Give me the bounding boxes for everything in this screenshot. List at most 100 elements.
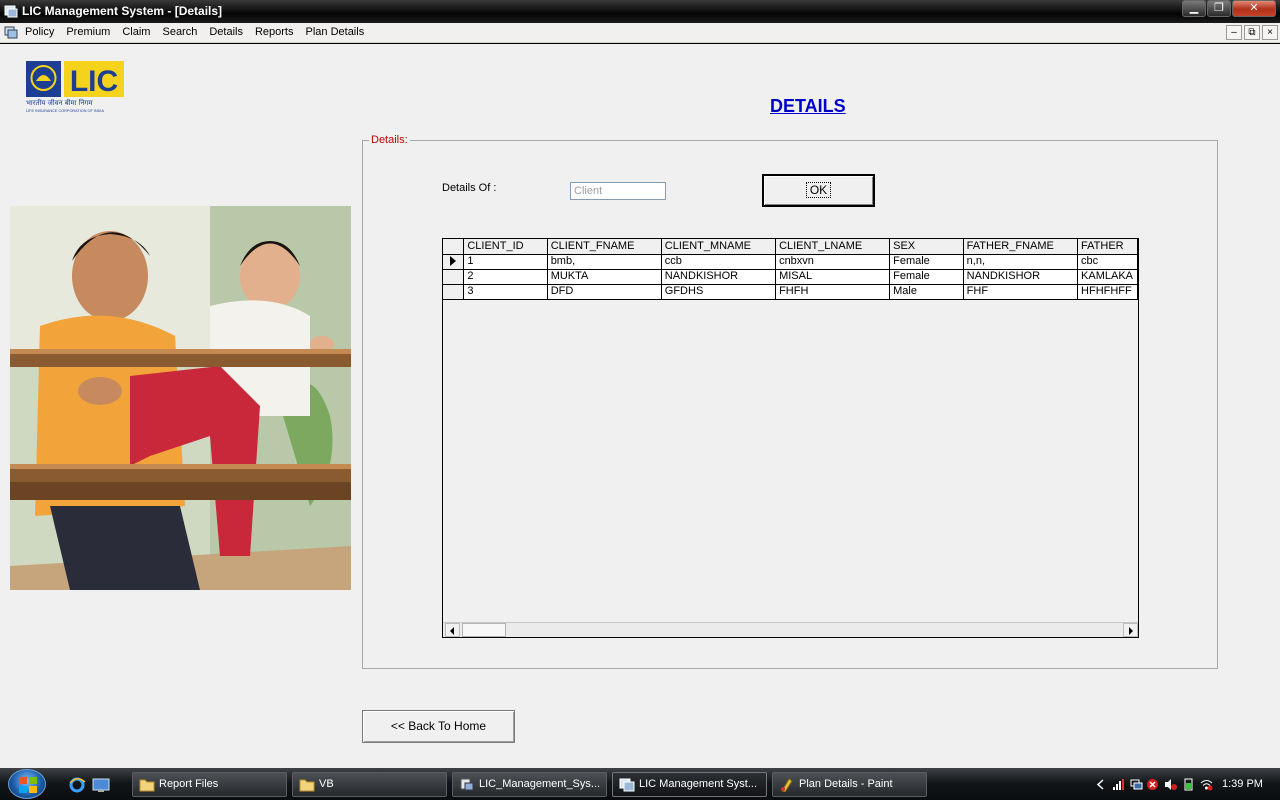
window-title: LIC Management System - [Details] xyxy=(22,4,223,18)
grid-cell[interactable]: ccb xyxy=(661,254,777,270)
column-header[interactable]: CLIENT_MNAME xyxy=(661,239,777,255)
mdi-close-button[interactable]: × xyxy=(1262,25,1278,40)
ok-button-label: OK xyxy=(805,182,832,198)
scroll-thumb[interactable] xyxy=(462,623,506,637)
grid-cell[interactable]: 2 xyxy=(463,269,548,285)
security-alert-icon[interactable] xyxy=(1146,778,1159,791)
mdi-minimize-button[interactable]: – xyxy=(1226,25,1242,40)
grid-cell[interactable]: NANDKISHOR xyxy=(963,269,1079,285)
grid-cell[interactable]: MUKTA xyxy=(547,269,662,285)
show-desktop-icon[interactable] xyxy=(92,777,110,793)
taskbar-item-label: Report Files xyxy=(159,778,219,790)
taskbar-item-label: LIC Management Syst... xyxy=(639,778,757,790)
menu-premium[interactable]: Premium xyxy=(66,26,110,38)
show-hidden-icons-icon[interactable] xyxy=(1094,778,1107,791)
scroll-left-button[interactable] xyxy=(445,623,460,637)
vb-project-icon xyxy=(460,778,474,791)
horizontal-scrollbar[interactable] xyxy=(443,622,1138,637)
column-header[interactable]: CLIENT_FNAME xyxy=(547,239,662,255)
client-data-grid[interactable]: CLIENT_ID CLIENT_FNAME CLIENT_MNAME CLIE… xyxy=(442,238,1139,638)
grid-cell[interactable]: Female xyxy=(889,254,964,270)
taskbar-item-lic-app[interactable]: LIC Management Syst... xyxy=(612,772,767,797)
grid-cell[interactable]: KAMLAKA xyxy=(1077,269,1138,285)
details-of-input[interactable] xyxy=(570,182,666,200)
taskbar: Report Files VB LIC_Management_Sys... LI… xyxy=(0,768,1280,800)
current-row-icon xyxy=(450,256,457,267)
lic-logo-subtext: भारतीय जीवन बीमा निगम xyxy=(26,98,93,107)
grid-cell[interactable]: Male xyxy=(889,284,964,300)
app-window-icon xyxy=(4,5,18,18)
taskbar-item-paint[interactable]: Plan Details - Paint xyxy=(772,772,927,797)
row-selector[interactable] xyxy=(443,254,465,270)
grid-cell[interactable]: GFDHS xyxy=(661,284,777,300)
back-to-home-button[interactable]: << Back To Home xyxy=(362,710,515,743)
column-header[interactable]: FATHER_FNAME xyxy=(963,239,1079,255)
lic-logo-text: LIC xyxy=(70,65,118,98)
menu-claim[interactable]: Claim xyxy=(122,26,150,38)
table-row[interactable]: 2 MUKTA NANDKISHOR MISAL Female NANDKISH… xyxy=(443,269,1138,285)
paint-icon xyxy=(781,778,793,792)
wireless-icon[interactable] xyxy=(1200,778,1213,791)
family-photo xyxy=(10,206,351,590)
taskbar-item-report-files[interactable]: Report Files xyxy=(132,772,287,797)
menu-bar: Policy Premium Claim Search Details Repo… xyxy=(0,23,1280,43)
grid-cell[interactable]: FHFH xyxy=(775,284,891,300)
battery-icon[interactable] xyxy=(1182,778,1195,791)
menu-reports[interactable]: Reports xyxy=(255,26,294,38)
column-header[interactable]: CLIENT_ID xyxy=(463,239,548,255)
grid-cell[interactable]: FHF xyxy=(963,284,1079,300)
close-button[interactable]: ✕ xyxy=(1232,0,1276,17)
scroll-right-button[interactable] xyxy=(1123,623,1138,637)
taskbar-item-vb-project[interactable]: LIC_Management_Sys... xyxy=(452,772,607,797)
grid-cell[interactable]: 1 xyxy=(463,254,548,270)
folder-icon xyxy=(139,779,155,792)
volume-icon[interactable] xyxy=(1164,778,1177,791)
title-bar[interactable]: LIC Management System - [Details] ▁ ❐ ✕ xyxy=(0,0,1280,23)
mdi-restore-button[interactable]: ⧉ xyxy=(1244,25,1260,40)
network-icon[interactable] xyxy=(1130,778,1143,791)
table-row[interactable]: 1 bmb, ccb cnbxvn Female n,n, cbc xyxy=(443,254,1138,270)
row-selector[interactable] xyxy=(443,269,465,285)
grid-cell[interactable]: n,n, xyxy=(963,254,1079,270)
grid-cell[interactable]: DFD xyxy=(547,284,662,300)
grid-cell[interactable]: 3 xyxy=(463,284,548,300)
taskbar-item-label: LIC_Management_Sys... xyxy=(479,778,601,790)
row-selector[interactable] xyxy=(443,284,465,300)
column-header[interactable]: FATHER xyxy=(1077,239,1138,255)
grid-cell[interactable]: HFHFHFF xyxy=(1077,284,1138,300)
details-frame-legend: Details: xyxy=(371,134,408,146)
page-title: DETAILS xyxy=(770,96,846,116)
clock[interactable]: 1:39 PM xyxy=(1222,778,1263,790)
column-header[interactable]: SEX xyxy=(889,239,964,255)
grid-cell[interactable]: Female xyxy=(889,269,964,285)
lic-logo-subtext2: LIFE INSURANCE CORPORATION OF INDIA xyxy=(26,109,104,113)
minimize-button[interactable]: ▁ xyxy=(1182,0,1206,17)
menu-policy[interactable]: Policy xyxy=(25,26,54,38)
menu-details[interactable]: Details xyxy=(209,26,243,38)
internet-explorer-icon[interactable] xyxy=(68,777,86,793)
grid-cell[interactable]: cbc xyxy=(1077,254,1138,270)
row-selector-header xyxy=(443,239,465,255)
arrow-right-icon xyxy=(1129,627,1133,635)
taskbar-item-label: Plan Details - Paint xyxy=(799,778,893,790)
windows-logo-icon xyxy=(19,777,37,793)
signal-bars-icon[interactable] xyxy=(1112,778,1125,791)
table-row[interactable]: 3 DFD GFDHS FHFH Male FHF HFHFHFF xyxy=(443,284,1138,300)
folder-icon xyxy=(299,779,315,792)
client-data-table: CLIENT_ID CLIENT_FNAME CLIENT_MNAME CLIE… xyxy=(443,239,1138,300)
mdi-child-icon[interactable] xyxy=(4,26,18,39)
taskbar-item-vb[interactable]: VB xyxy=(292,772,447,797)
menu-plan-details[interactable]: Plan Details xyxy=(306,26,365,38)
grid-cell[interactable]: MISAL xyxy=(775,269,891,285)
lic-logo: LIC भारतीय जीवन बीमा निगम LIFE INSURANCE… xyxy=(26,61,124,113)
menu-search[interactable]: Search xyxy=(162,26,197,38)
start-button[interactable] xyxy=(8,769,46,799)
grid-cell[interactable]: NANDKISHOR xyxy=(661,269,777,285)
column-header[interactable]: CLIENT_LNAME xyxy=(775,239,891,255)
ok-button[interactable]: OK xyxy=(762,174,875,207)
arrow-left-icon xyxy=(450,627,454,635)
grid-cell[interactable]: cnbxvn xyxy=(775,254,891,270)
grid-cell[interactable]: bmb, xyxy=(547,254,662,270)
details-form: LIC भारतीय जीवन बीमा निगम LIFE INSURANCE… xyxy=(0,44,1280,768)
restore-button[interactable]: ❐ xyxy=(1207,0,1231,17)
